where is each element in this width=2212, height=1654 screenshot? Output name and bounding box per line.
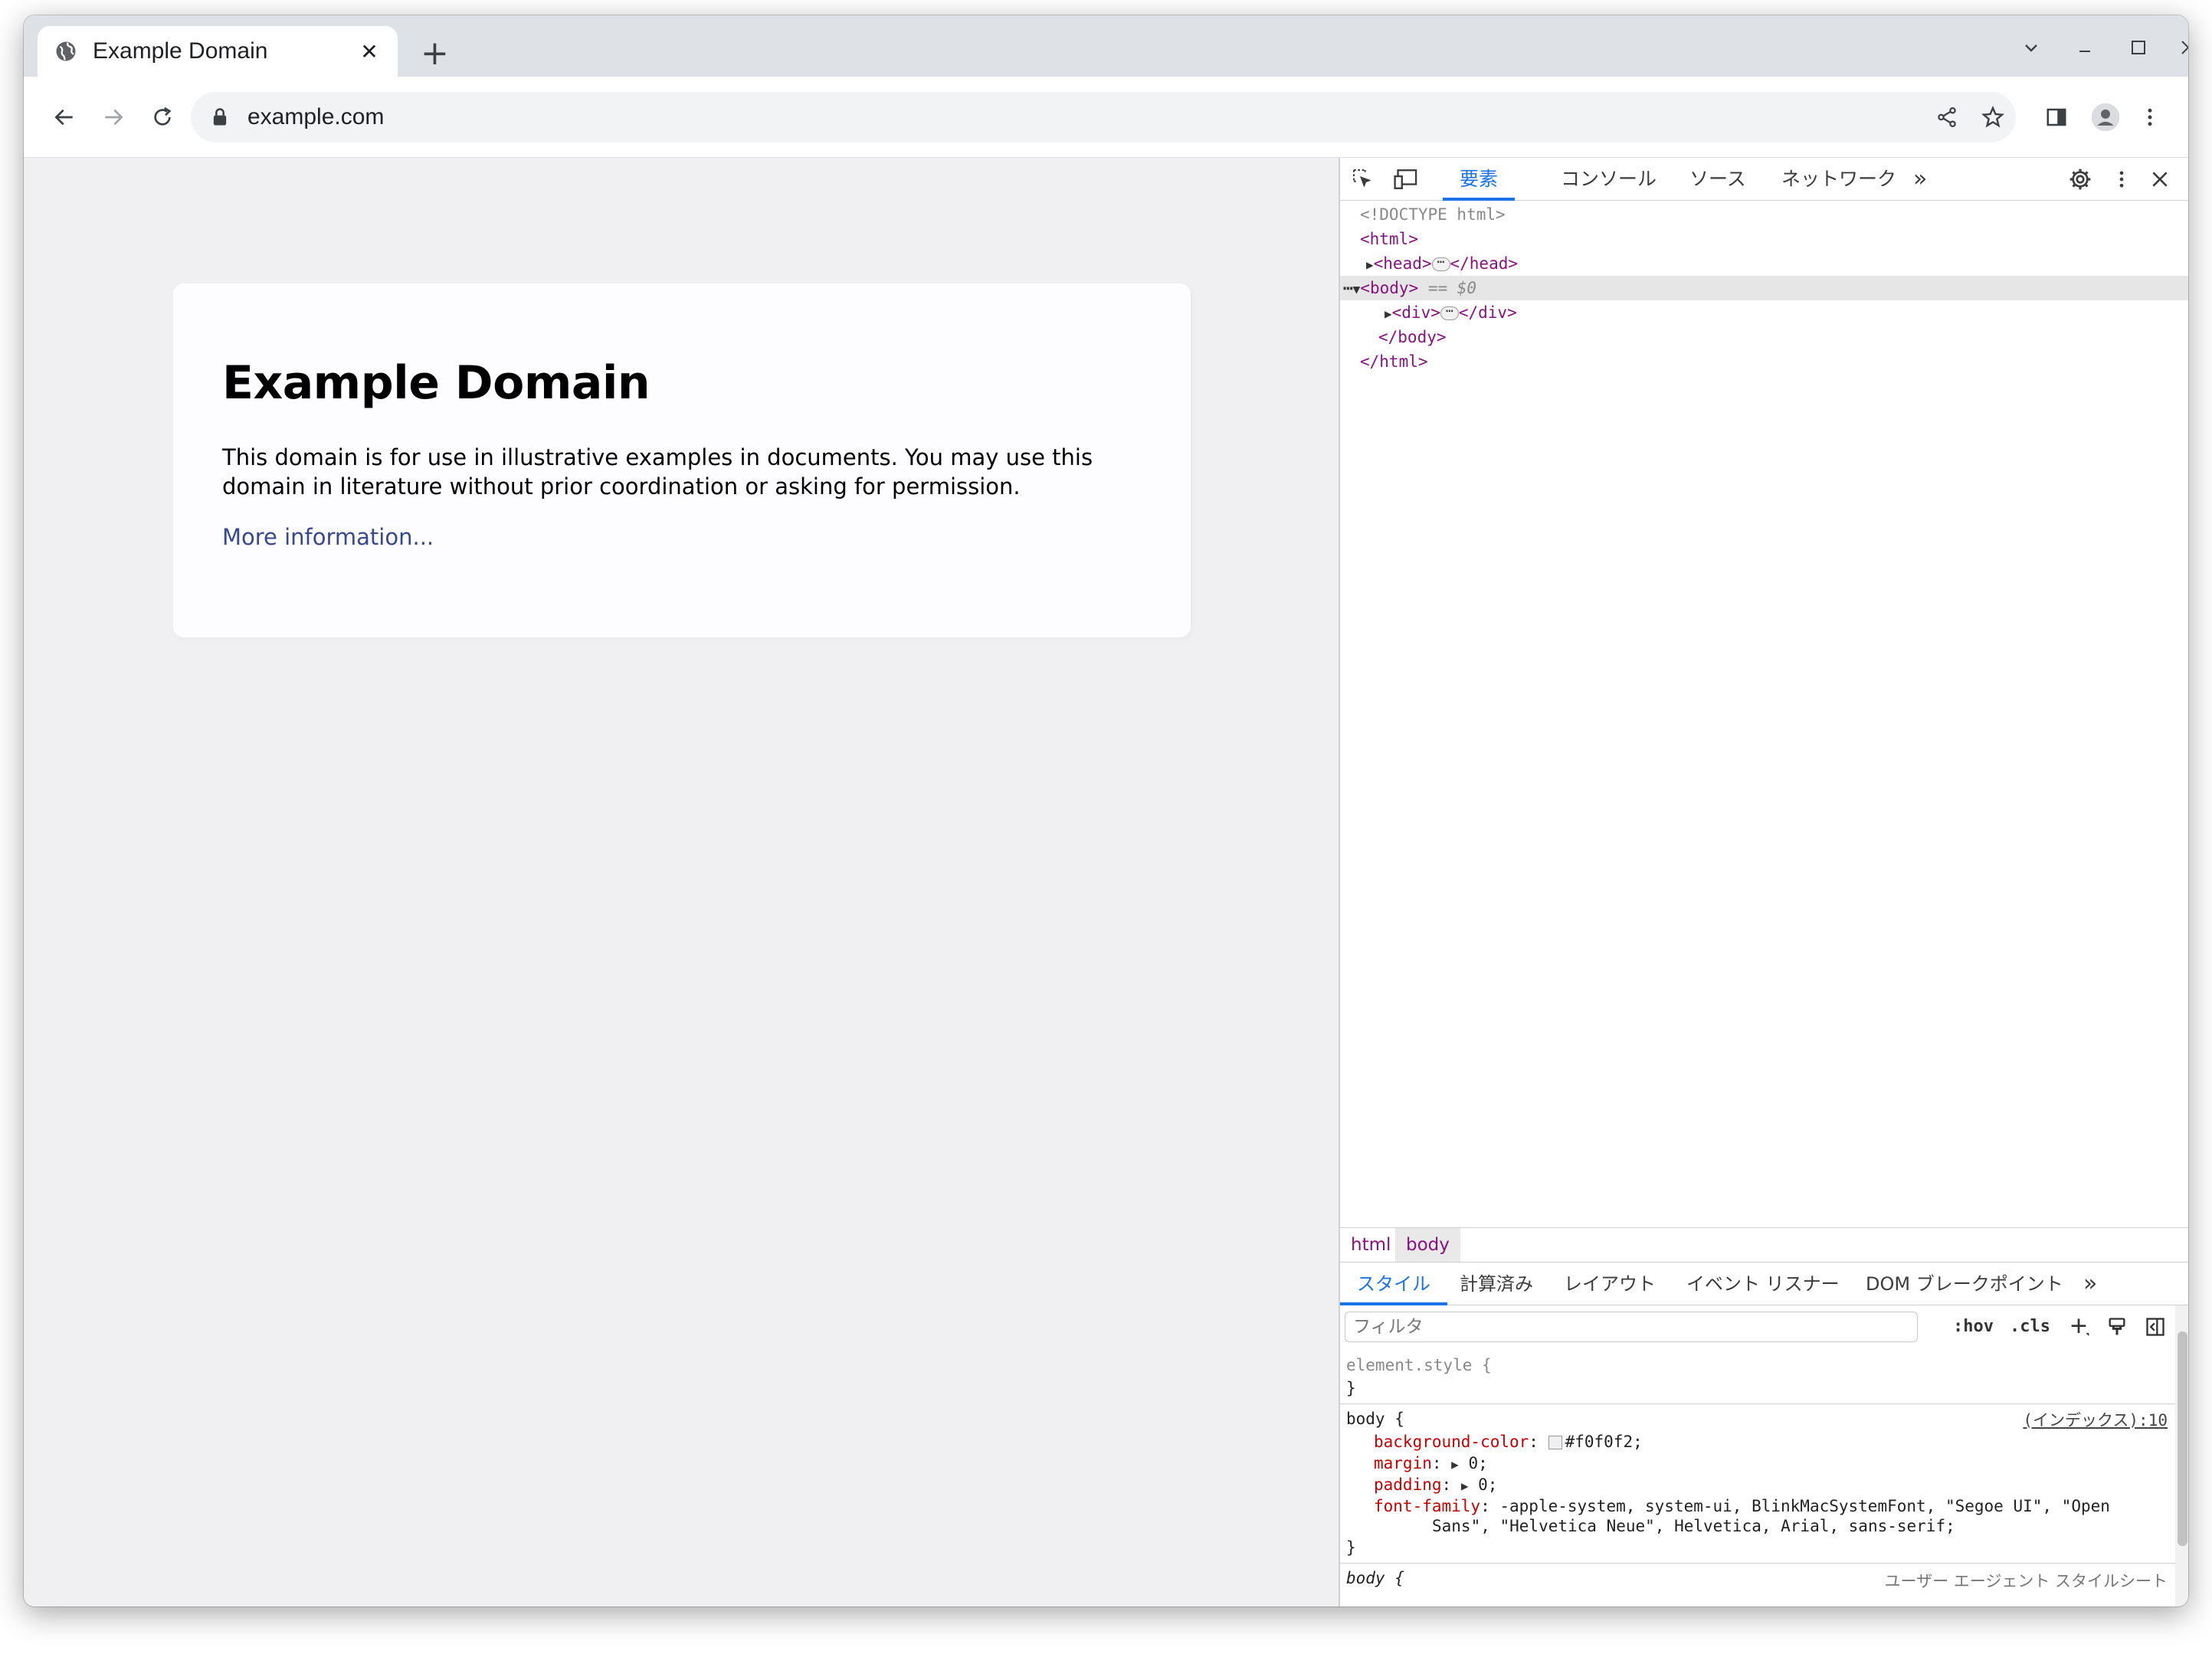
rule-divider	[1340, 1563, 2175, 1564]
page-viewport: Example Domain This domain is for use in…	[24, 158, 1339, 1607]
tab-close-icon[interactable]: ✕	[358, 39, 381, 64]
more-tabs-chevron-icon[interactable]: »	[1913, 158, 1927, 201]
new-tab-button[interactable]: +	[421, 37, 449, 70]
dom-html-close[interactable]: </html>	[1340, 349, 2188, 374]
devtools-menu-icon[interactable]	[2108, 165, 2135, 193]
side-panel-icon[interactable]	[2039, 100, 2074, 135]
breadcrumb-html[interactable]: html	[1340, 1228, 1401, 1262]
collapsed-ellipsis-icon[interactable]: ⋯	[1440, 305, 1459, 320]
browser-tab[interactable]: Example Domain ✕	[38, 26, 398, 77]
tab-console[interactable]: コンソール	[1561, 158, 1657, 201]
minimize-icon[interactable]	[2066, 31, 2104, 64]
expand-triangle-icon[interactable]: ▶	[1461, 1479, 1469, 1493]
tab-search-chevron-icon[interactable]	[2012, 31, 2050, 64]
rule-source-link[interactable]: (インデックス):10	[2023, 1408, 2168, 1431]
rule-selector[interactable]: body {	[1346, 1408, 1404, 1430]
styles-subtabbar: スタイル 計算済み レイアウト イベント リスナー DOM ブレークポイント »	[1340, 1263, 2188, 1305]
tab-dom-breakpoints[interactable]: DOM ブレークポイント	[1866, 1263, 2063, 1305]
devtools-panel: 要素 コンソール ソース ネットワーク » <!DOCTYPE html> <h…	[1339, 158, 2188, 1607]
style-declaration[interactable]: margin: ▶ 0;	[1374, 1453, 1488, 1474]
dom-body-close[interactable]: </body>	[1340, 325, 2188, 349]
inspect-element-icon[interactable]	[1349, 165, 1377, 193]
tab-strip: Example Domain ✕ +	[24, 15, 2188, 77]
hover-state-toggle[interactable]: :hov	[1953, 1312, 1994, 1342]
expand-triangle-icon[interactable]: ▶	[1451, 1457, 1459, 1472]
window-close-icon[interactable]	[2169, 31, 2188, 64]
back-icon[interactable]	[47, 100, 82, 135]
globe-icon	[56, 41, 76, 61]
dom-head-node[interactable]: ▶<head> ⋯ </head>	[1340, 251, 2188, 276]
tab-layout[interactable]: レイアウト	[1564, 1263, 1656, 1305]
styles-pane: element.style { } body { (インデックス):10 bac…	[1340, 1348, 2175, 1607]
collapse-triangle-icon[interactable]: ▼	[1353, 282, 1361, 296]
dom-doctype[interactable]: <!DOCTYPE html>	[1340, 202, 2188, 227]
style-declaration[interactable]: background-color: #f0f0f2;	[1374, 1431, 1643, 1453]
styles-scrollbar-thumb[interactable]	[2178, 1331, 2187, 1546]
dom-html-open[interactable]: <html>	[1340, 227, 2188, 251]
content-card: Example Domain This domain is for use in…	[173, 283, 1191, 637]
tab-network[interactable]: ネットワーク	[1781, 158, 1896, 201]
devtools-close-icon[interactable]	[2146, 165, 2174, 193]
rule-divider	[1340, 1403, 2175, 1404]
reload-icon[interactable]	[145, 100, 180, 135]
styles-filter-bar: フィルタ :hov .cls	[1340, 1305, 2175, 1348]
tab-event-listeners[interactable]: イベント リスナー	[1686, 1263, 1840, 1305]
ua-stylesheet-label: ユーザー エージェント スタイルシート	[1884, 1572, 2168, 1590]
element-style-rule[interactable]: element.style {	[1346, 1354, 1492, 1376]
dom-div-node[interactable]: ▶<div> ⋯ </div>	[1340, 300, 2188, 325]
more-information-link[interactable]: More information...	[222, 524, 434, 550]
breadcrumb-body[interactable]: body	[1395, 1228, 1460, 1262]
ua-rule-selector[interactable]: body {	[1346, 1567, 1404, 1589]
style-value-continuation: Sans", "Helvetica Neue", Helvetica, Aria…	[1432, 1517, 1955, 1535]
forward-icon[interactable]	[96, 100, 131, 135]
style-declaration[interactable]: font-family: -apple-system, system-ui, B…	[1374, 1495, 2110, 1517]
profile-avatar-icon[interactable]	[2088, 100, 2123, 135]
collapsed-ellipsis-icon[interactable]: ⋯	[1431, 256, 1450, 271]
paint-brush-icon[interactable]	[2106, 1312, 2134, 1342]
tab-styles[interactable]: スタイル	[1340, 1263, 1447, 1305]
page-heading: Example Domain	[222, 356, 650, 410]
tab-sources[interactable]: ソース	[1689, 158, 1746, 201]
expand-triangle-icon[interactable]: ▶	[1366, 257, 1374, 272]
expand-triangle-icon[interactable]: ▶	[1385, 306, 1392, 321]
browser-menu-icon[interactable]	[2132, 100, 2168, 135]
tab-elements[interactable]: 要素	[1442, 158, 1516, 201]
tab-computed[interactable]: 計算済み	[1460, 1263, 1533, 1305]
device-toolbar-icon[interactable]	[1392, 165, 1420, 193]
share-icon[interactable]	[1924, 106, 1970, 129]
omnibox[interactable]: example.com	[191, 92, 2016, 142]
toggle-sidebar-icon[interactable]	[2145, 1312, 2172, 1342]
browser-window: Example Domain ✕ + example.com Example D…	[24, 15, 2188, 1607]
style-declaration[interactable]: padding: ▶ 0;	[1374, 1474, 1497, 1495]
browser-toolbar: example.com	[24, 77, 2188, 158]
bookmark-star-icon[interactable]	[1970, 105, 2016, 129]
new-style-rule-plus-icon[interactable]	[2066, 1312, 2094, 1342]
maximize-icon[interactable]	[2119, 31, 2158, 64]
lock-icon[interactable]	[209, 106, 231, 128]
styles-scrollbar[interactable]	[2175, 1305, 2188, 1607]
rule-close-brace: }	[1346, 1379, 1356, 1397]
dom-body-node[interactable]: ⋯▼<body> == $0	[1340, 276, 2188, 300]
class-toggle[interactable]: .cls	[2010, 1312, 2050, 1342]
color-swatch[interactable]	[1548, 1436, 1562, 1449]
url-text[interactable]: example.com	[247, 104, 1924, 130]
dom-tree: <!DOCTYPE html> <html> ▶<head> ⋯ </head> ⋯…	[1340, 201, 2188, 1227]
devtools-settings-gear-icon[interactable]	[2066, 165, 2094, 193]
more-subtabs-chevron-icon[interactable]: »	[2083, 1263, 2097, 1305]
page-paragraph: This domain is for use in illustrative e…	[222, 444, 1093, 499]
rule-close-brace: }	[1346, 1538, 1356, 1557]
tab-title: Example Domain	[93, 38, 268, 64]
row-actions-dots-icon[interactable]: ⋯	[1343, 279, 1353, 297]
breadcrumb: html body	[1340, 1227, 2188, 1263]
devtools-tabbar: 要素 コンソール ソース ネットワーク »	[1340, 158, 2188, 201]
styles-filter-input[interactable]: フィルタ	[1345, 1312, 1918, 1342]
